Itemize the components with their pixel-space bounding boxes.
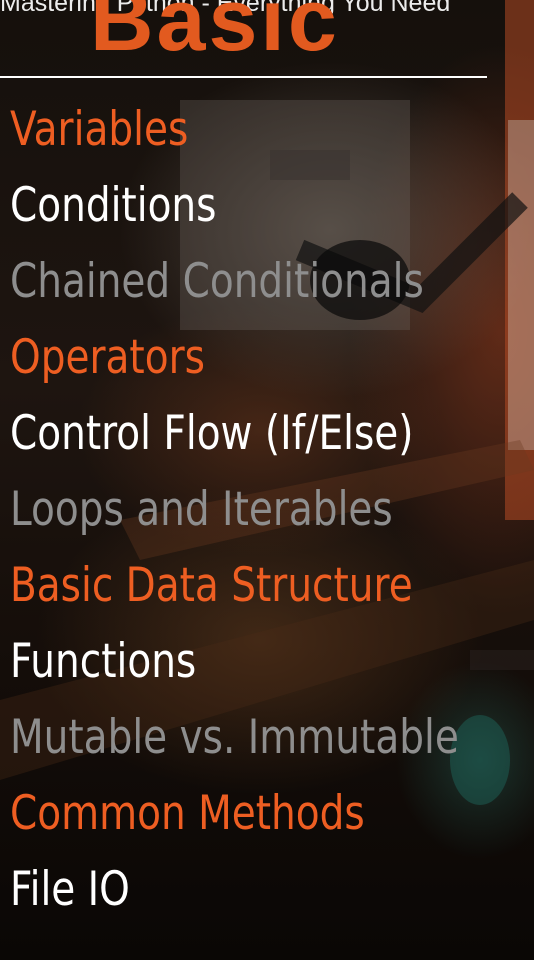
topic-control-flow: Control Flow (If/Else) [10, 406, 414, 461]
topic-file-io: File IO [10, 862, 130, 917]
topic-loops-and-iterables: Loops and Iterables [10, 482, 393, 537]
topic-mutable-vs-immutable: Mutable vs. Immutable [10, 710, 459, 765]
topic-operators: Operators [10, 330, 205, 385]
topic-variables: Variables [10, 102, 189, 157]
topic-common-methods: Common Methods [10, 786, 365, 841]
topic-chained-conditionals: Chained Conditionals [10, 254, 424, 309]
topic-list: Variables Conditions Chained Conditional… [10, 92, 534, 928]
topic-conditions: Conditions [10, 178, 217, 233]
topic-functions: Functions [10, 634, 197, 689]
heading-divider [0, 76, 487, 78]
topic-basic-data-structure: Basic Data Structure [10, 558, 413, 613]
video-frame: Mastering Python - Everything You Need B… [0, 0, 534, 960]
section-heading: Basic [90, 0, 340, 69]
